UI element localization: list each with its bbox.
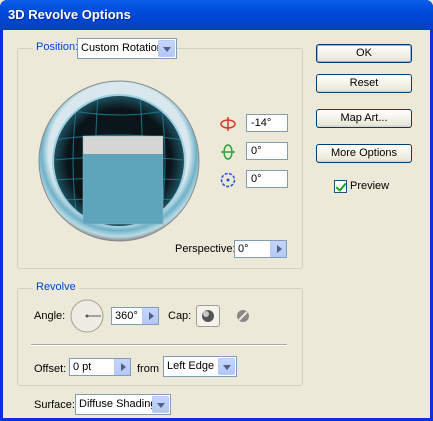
offset-label: Offset: — [34, 363, 67, 375]
position-preset-select[interactable]: Custom Rotation — [77, 38, 177, 59]
surface-select[interactable]: Diffuse Shading — [75, 394, 171, 415]
preview-checkbox[interactable] — [334, 180, 347, 193]
revolve-divider — [31, 344, 287, 346]
revolve-group-title: Revolve — [33, 281, 79, 293]
rotation-z-field[interactable]: 0° — [246, 170, 288, 188]
cap-on-button[interactable] — [196, 305, 220, 327]
perspective-label: Perspective: — [175, 243, 236, 255]
rotation-y-value: 0° — [251, 145, 262, 157]
rotate-y-axis-icon — [221, 144, 235, 160]
preview-label[interactable]: Preview — [350, 180, 389, 192]
cap-label: Cap: — [168, 310, 192, 322]
rotation-y-field[interactable]: 0° — [246, 142, 288, 160]
rotate-z-axis-icon — [220, 172, 236, 188]
chevron-right-icon[interactable] — [270, 241, 286, 257]
from-label: from — [137, 363, 159, 375]
chevron-down-icon[interactable] — [158, 40, 175, 57]
rotation-z-value: 0° — [251, 173, 262, 185]
angle-label: Angle: — [34, 310, 66, 322]
angle-value: 360° — [115, 310, 138, 322]
ok-button[interactable]: OK — [316, 44, 412, 63]
reset-button[interactable]: Reset — [316, 74, 412, 93]
chevron-down-icon[interactable] — [218, 358, 235, 375]
rotate-x-axis-icon — [220, 117, 236, 131]
chevron-down-icon[interactable] — [152, 396, 169, 413]
dialog-client-area: Position: Custom Rotation -14° 0° 0° Per… — [3, 30, 430, 418]
cap-on-icon — [202, 310, 214, 322]
position-label: Position: — [33, 41, 82, 53]
map-art-button[interactable]: Map Art... — [316, 109, 412, 128]
rotation-x-field[interactable]: -14° — [246, 114, 288, 132]
more-options-button[interactable]: More Options — [316, 144, 412, 163]
perspective-value: 0° — [238, 243, 249, 255]
window-title: 3D Revolve Options — [8, 7, 131, 22]
surface-label: Surface: — [34, 399, 75, 411]
rotation-x-value: -14° — [251, 117, 272, 129]
perspective-field[interactable]: 0° — [234, 240, 287, 258]
angle-dial[interactable] — [69, 298, 105, 334]
chevron-right-icon[interactable] — [142, 308, 158, 324]
chevron-right-icon[interactable] — [114, 359, 130, 375]
dialog-window: 3D Revolve Options Position: Custom Rota… — [0, 0, 433, 421]
offset-value: 0 pt — [73, 361, 92, 373]
offset-from-value: Left Edge — [167, 360, 215, 372]
position-preset-value: Custom Rotation — [81, 42, 163, 54]
track-cube[interactable] — [38, 80, 200, 242]
cap-off-icon[interactable] — [235, 308, 251, 324]
title-bar[interactable]: 3D Revolve Options — [0, 0, 433, 30]
angle-field[interactable]: 360° — [111, 307, 159, 325]
offset-from-select[interactable]: Left Edge — [163, 356, 237, 377]
surface-value: Diffuse Shading — [79, 398, 157, 410]
offset-field[interactable]: 0 pt — [69, 358, 131, 376]
